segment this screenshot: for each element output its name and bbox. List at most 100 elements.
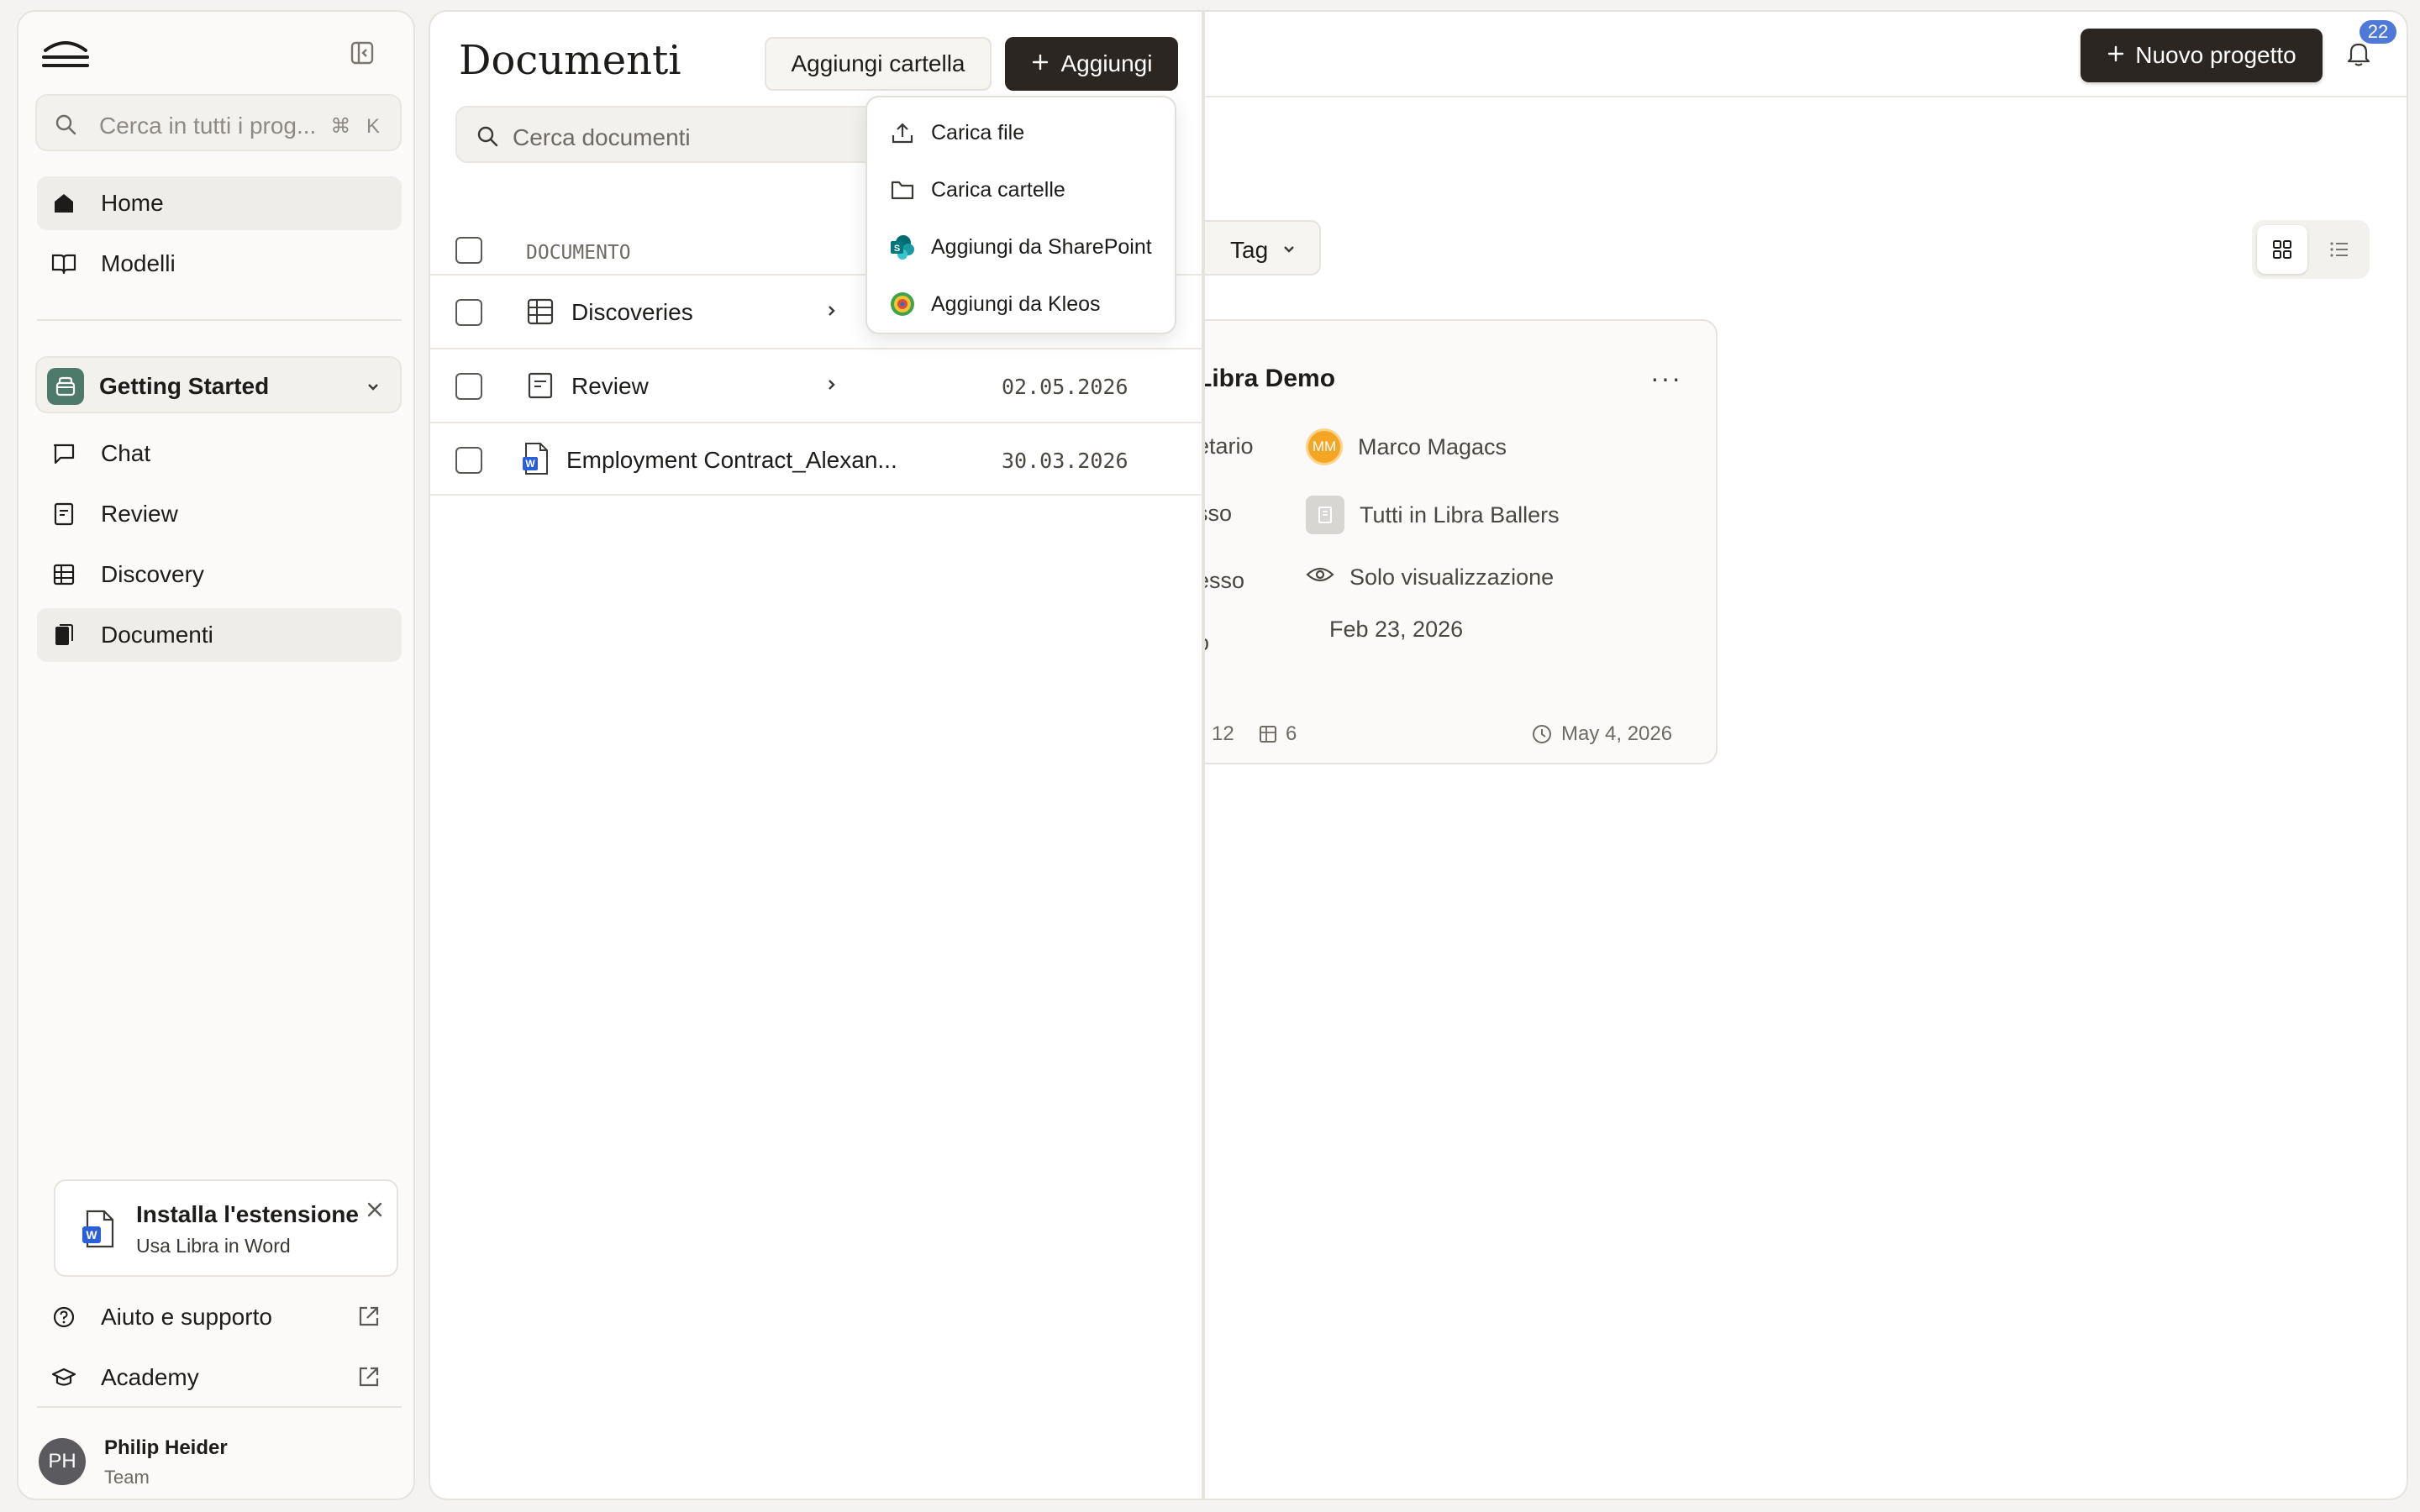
review-icon <box>526 371 555 404</box>
table-row[interactable]: W Employment Contract_Alexan... 30.03.20… <box>430 422 1203 496</box>
sidebar: Cerca in tutti i prog... ⌘ K Home Modell… <box>17 10 415 1500</box>
upload-icon <box>889 119 916 146</box>
add-folder-button[interactable]: Aggiungi cartella <box>765 37 992 91</box>
avatar: PH <box>39 1438 86 1485</box>
sidebar-item-label: Discovery <box>101 561 204 587</box>
divider <box>37 1406 402 1408</box>
project-card-title: Libra Demo <box>1197 365 1336 392</box>
chevron-right-icon[interactable] <box>823 301 840 325</box>
search-icon <box>54 113 77 140</box>
sidebar-item-label: Academy <box>101 1364 199 1390</box>
sidebar-item-documents[interactable]: Documenti <box>37 608 402 662</box>
permission-text: Solo visualizzazione <box>1349 564 1555 590</box>
project-name: Getting Started <box>99 373 270 399</box>
table-icon <box>526 297 555 330</box>
chat-icon <box>50 440 77 467</box>
sidebar-item-home[interactable]: Home <box>37 176 402 230</box>
sidebar-item-label: Home <box>101 190 164 216</box>
tables-count: 6 <box>1259 722 1297 746</box>
menu-item-sharepoint[interactable]: S Aggiungi da SharePoint <box>867 217 1175 274</box>
owner-value: MM Marco Magacs <box>1306 428 1507 465</box>
libra-logo-icon[interactable] <box>42 37 89 71</box>
row-name: Discoveries <box>571 299 693 325</box>
permission-label: esso <box>1197 568 1245 593</box>
sidebar-item-chat[interactable]: Chat <box>37 427 402 480</box>
collapse-sidebar-icon[interactable] <box>350 40 380 71</box>
close-icon[interactable] <box>365 1200 385 1224</box>
graduation-cap-icon <box>50 1364 77 1391</box>
folder-icon <box>889 176 916 203</box>
sidebar-item-help[interactable]: Aiuto e supporto <box>37 1290 402 1344</box>
sidebar-item-models[interactable]: Modelli <box>37 237 402 291</box>
external-link-icon <box>356 1364 381 1394</box>
help-icon <box>50 1304 77 1331</box>
view-toggle <box>2252 220 2370 279</box>
access-value: Tutti in Libra Ballers <box>1306 496 1560 534</box>
project-selector[interactable]: Getting Started <box>35 356 402 413</box>
project-icon <box>47 368 84 405</box>
access-group-name: Tutti in Libra Ballers <box>1360 501 1560 528</box>
more-options-icon[interactable]: ··· <box>1650 363 1682 394</box>
row-date: 30.03.2026 <box>1002 449 1128 473</box>
plus-icon <box>2107 42 2125 69</box>
new-project-label: Nuovo progetto <box>2135 42 2296 68</box>
svg-text:S: S <box>894 244 900 254</box>
menu-item-label: Aggiungi da Kleos <box>931 292 1101 316</box>
row-checkbox[interactable] <box>455 299 482 326</box>
bell-icon[interactable] <box>2346 40 2371 71</box>
eye-icon <box>1306 564 1334 591</box>
owner-label: etario <box>1197 433 1254 459</box>
chevron-down-icon <box>1281 240 1297 261</box>
table-row[interactable]: Review 02.05.2026 <box>430 348 1203 422</box>
sidebar-item-discovery[interactable]: Discovery <box>37 548 402 601</box>
list-view-icon[interactable] <box>2314 225 2365 274</box>
row-checkbox[interactable] <box>455 373 482 400</box>
global-search-input[interactable]: Cerca in tutti i prog... ⌘ K <box>35 94 402 151</box>
word-file-icon: W <box>521 442 550 480</box>
add-button[interactable]: Aggiungi <box>1005 37 1178 91</box>
created-date: Feb 23, 2026 <box>1329 617 1464 642</box>
sharepoint-icon: S <box>889 234 916 260</box>
user-name: Philip Heider <box>104 1436 228 1459</box>
new-project-button[interactable]: Nuovo progetto <box>2081 29 2323 82</box>
book-icon <box>50 250 77 277</box>
last-updated-value: May 4, 2026 <box>1561 722 1673 745</box>
documents-icon <box>50 622 77 648</box>
row-date: 02.05.2026 <box>1002 375 1128 399</box>
tag-filter[interactable]: Tag <box>1195 220 1321 276</box>
permission-value: Solo visualizzazione <box>1306 564 1554 591</box>
row-name: Employment Contract_Alexan... <box>566 447 897 473</box>
group-icon <box>1306 496 1344 534</box>
search-placeholder: Cerca documenti <box>513 124 691 150</box>
grid-view-icon[interactable] <box>2257 225 2307 274</box>
search-shortcut: ⌘ K <box>330 115 385 138</box>
chevron-down-icon <box>365 378 381 399</box>
sidebar-item-review[interactable]: Review <box>37 487 402 541</box>
owner-name: Marco Magacs <box>1358 433 1507 459</box>
extension-title: Installa l'estensione <box>136 1201 359 1227</box>
menu-item-upload-folders[interactable]: Carica cartelle <box>867 160 1175 217</box>
word-icon: W <box>81 1210 114 1252</box>
user-profile[interactable]: PH Philip Heider Team <box>37 1433 402 1490</box>
row-checkbox[interactable] <box>455 447 482 474</box>
add-button-label: Aggiungi <box>1060 50 1153 76</box>
tag-filter-label: Tag <box>1230 237 1269 263</box>
menu-item-label: Aggiungi da SharePoint <box>931 235 1152 259</box>
menu-item-kleos[interactable]: Aggiungi da Kleos <box>867 274 1175 331</box>
menu-item-upload-file[interactable]: Carica file <box>867 102 1175 160</box>
sidebar-item-label: Aiuto e supporto <box>101 1304 272 1330</box>
sidebar-item-label: Review <box>101 501 178 527</box>
search-placeholder: Cerca in tutti i prog... <box>99 113 317 139</box>
select-all-checkbox[interactable] <box>455 237 482 264</box>
chevron-right-icon[interactable] <box>823 375 840 399</box>
search-icon <box>476 124 499 152</box>
home-icon <box>50 190 77 217</box>
owner-avatar: MM <box>1306 428 1343 465</box>
install-extension-card[interactable]: W Installa l'estensione Usa Libra in Wor… <box>54 1179 398 1277</box>
project-card[interactable]: Libra Demo ··· etario MM Marco Magacs ss… <box>1178 319 1718 764</box>
sidebar-item-academy[interactable]: Academy <box>37 1351 402 1404</box>
add-dropdown-menu: Carica file Carica cartelle S Aggiungi d… <box>865 96 1176 334</box>
sidebar-item-label: Chat <box>101 440 151 466</box>
table-icon <box>50 561 77 588</box>
kleos-icon <box>889 291 916 318</box>
